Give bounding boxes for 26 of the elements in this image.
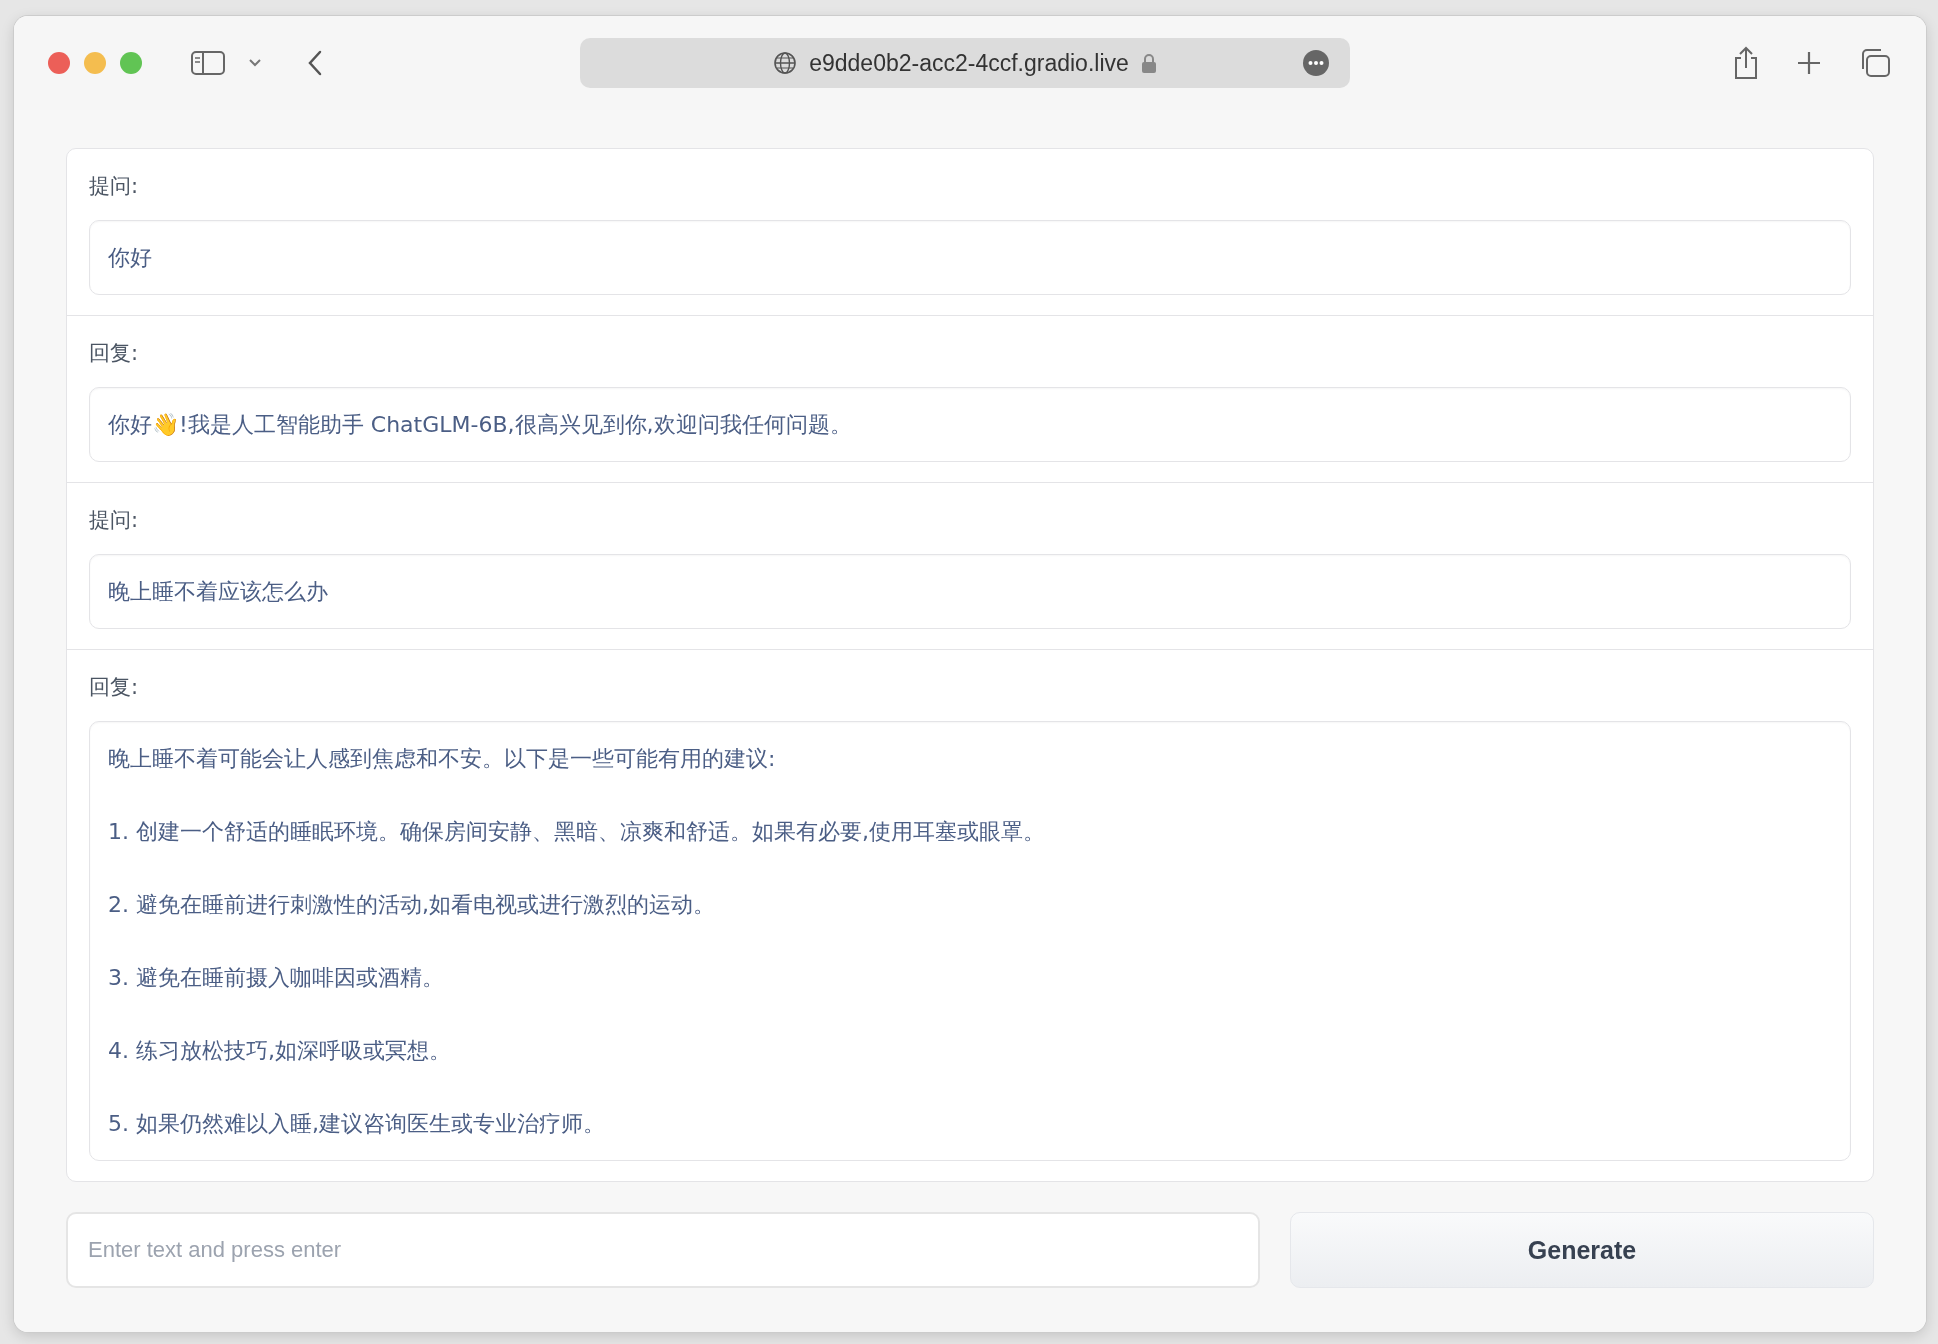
more-icon[interactable] (1302, 49, 1330, 77)
share-icon[interactable] (1732, 46, 1760, 80)
message-text: 5. 如果仍然难以入睡,建议咨询医生或专业治疗师。 (108, 1110, 606, 1138)
sidebar-icon[interactable] (190, 49, 226, 77)
generate-button[interactable]: Generate (1290, 1212, 1874, 1288)
back-icon[interactable] (306, 49, 324, 77)
message-label: 回复: (89, 674, 140, 701)
message-text: 晚上睡不着可能会让人感到焦虑和不安。以下是一些可能有用的建议: (108, 745, 777, 773)
message-label: 提问: (89, 507, 140, 534)
url-text: e9dde0b2-acc2-4ccf.gradio.live (809, 49, 1129, 77)
plus-icon[interactable] (1796, 50, 1822, 76)
message-text: 4. 练习放松技巧,如深呼吸或冥想。 (108, 1037, 452, 1065)
input-field[interactable]: Enter text and press enter (66, 1212, 1260, 1288)
address-bar[interactable]: e9dde0b2-acc2-4ccf.gradio.live (580, 38, 1350, 88)
message-label: 回复: (89, 340, 140, 367)
message-text: 晚上睡不着应该怎么办 (108, 578, 329, 606)
message-label: 提问: (89, 173, 140, 200)
lock-icon (1140, 52, 1157, 74)
message-text: 3. 避免在睡前摄入咖啡因或酒精。 (108, 964, 445, 992)
globe-icon (773, 51, 798, 75)
message-text: 1. 创建一个舒适的睡眠环境。确保房间安静、黑暗、凉爽和舒适。如果有必要,使用耳塞或眼罩。 (108, 818, 1046, 846)
message-text: 你好👋!我是人工智能助手 ChatGLM-6B,很高兴见到你,欢迎问我任何问题。 (108, 411, 853, 439)
chevron-down-icon[interactable] (248, 58, 262, 68)
message-text: 2. 避免在睡前进行刺激性的活动,如看电视或进行激烈的运动。 (108, 891, 716, 919)
message-text: 你好 (108, 244, 153, 272)
close-button[interactable] (48, 52, 70, 74)
